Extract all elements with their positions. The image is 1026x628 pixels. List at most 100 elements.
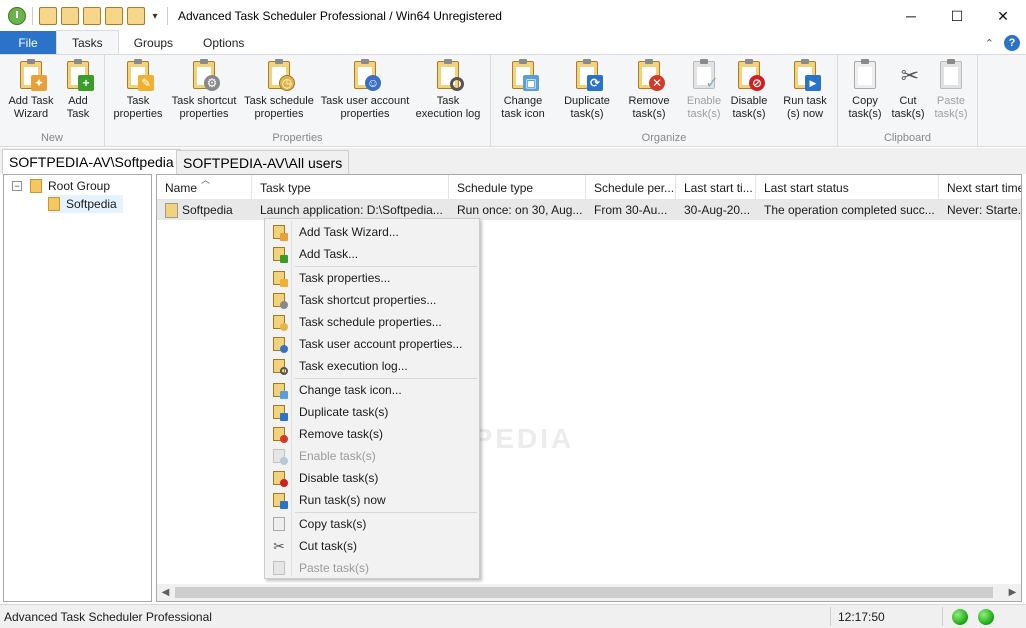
remove-tasks-button[interactable]: ✕ Remove task(s) — [623, 59, 675, 121]
sort-ascending-icon: ︿ — [201, 175, 211, 185]
disable-tasks-button[interactable]: ⊘ Disable task(s) — [727, 59, 771, 121]
tab-tasks[interactable]: Tasks — [56, 30, 119, 54]
qat-new-task-icon[interactable] — [39, 7, 57, 25]
cell-name-text: Softpedia — [182, 203, 233, 217]
duplicate-tasks-button[interactable]: ⟳ Duplicate task(s) — [559, 59, 615, 121]
task-execution-log-label: Task execution log — [415, 95, 481, 120]
change-task-icon-button[interactable]: ▣ Change task icon — [497, 59, 549, 121]
status-led-icon — [952, 609, 968, 625]
qat-log-icon[interactable] — [127, 7, 145, 25]
tree-node-softpedia[interactable]: Softpedia — [48, 195, 123, 213]
add-task-wizard-label: Add Task Wizard — [8, 95, 54, 120]
menu-item-add-task[interactable]: Add Task... — [267, 243, 477, 265]
menu-item-label: Task properties... — [299, 271, 391, 285]
task-shortcut-properties-button[interactable]: ⚙ Task shortcut properties — [167, 59, 241, 121]
tab-options[interactable]: Options — [188, 31, 259, 54]
status-divider — [942, 607, 943, 626]
task-user-account-properties-button[interactable]: ☺ Task user account properties — [317, 59, 413, 121]
add-task-wizard-button[interactable]: ✦ Add Task Wizard — [4, 59, 58, 121]
app-clock-icon[interactable] — [8, 7, 26, 25]
tree-node-root-group[interactable]: − Root Group — [12, 177, 110, 195]
menu-item-task-user-account-properties[interactable]: Task user account properties... — [267, 333, 477, 355]
run-tasks-now-button[interactable]: ▶ Run task (s) now — [781, 59, 829, 121]
task-properties-button[interactable]: ✎ Task properties — [111, 59, 165, 121]
task-schedule-properties-button[interactable]: ◷ Task schedule properties — [241, 59, 317, 121]
list-header: ︿ Name Task type Schedule type Schedule … — [157, 175, 1022, 200]
menu-item-enable-tasks[interactable]: Enable task(s) — [267, 445, 477, 467]
menu-item-label: Task execution log... — [299, 359, 408, 373]
add-task-icon — [271, 246, 288, 263]
scroll-left-icon[interactable]: ◀ — [157, 584, 174, 601]
status-bar: Advanced Task Scheduler Professional 12:… — [0, 604, 1026, 628]
menu-item-task-execution-log[interactable]: Task execution log... — [267, 355, 477, 377]
horizontal-scrollbar[interactable]: ◀ ▶ — [157, 584, 1021, 601]
column-header-name[interactable]: ︿ Name — [157, 175, 252, 200]
menu-item-label: Paste task(s) — [299, 561, 370, 575]
help-icon[interactable]: ? — [1004, 35, 1020, 51]
column-label: Next start time — [947, 180, 1022, 195]
menu-item-duplicate-tasks[interactable]: Duplicate task(s) — [267, 401, 477, 423]
qat-properties-icon[interactable] — [61, 7, 79, 25]
column-label: Name — [165, 180, 198, 195]
menu-item-label: Copy task(s) — [299, 517, 367, 531]
change-task-icon-icon: ▣ — [507, 59, 539, 91]
table-row[interactable]: Softpedia Launch application: D:\Softped… — [157, 200, 1021, 220]
close-button[interactable]: ✕ — [980, 0, 1026, 32]
qat-customize-dropdown-icon[interactable]: ▾ — [149, 11, 161, 22]
menu-item-cut-tasks[interactable]: ✂ Cut task(s) — [267, 535, 477, 557]
status-clock: 12:17:50 — [838, 610, 885, 624]
column-header-last-start-time[interactable]: Last start ti... — [676, 175, 756, 200]
folder-icon — [30, 179, 42, 193]
paste-tasks-button[interactable]: Paste task(s) — [930, 59, 972, 121]
column-header-schedule-period[interactable]: Schedule per... — [586, 175, 676, 200]
scroll-thumb[interactable] — [175, 587, 993, 598]
ribbon-right-controls: ⌃ ? — [985, 35, 1020, 51]
menu-item-task-schedule-properties[interactable]: Task schedule properties... — [267, 311, 477, 333]
maximize-button[interactable]: ☐ — [934, 0, 980, 32]
copy-tasks-button[interactable]: Copy task(s) — [844, 59, 886, 121]
title-bar: ▾ Advanced Task Scheduler Professional /… — [0, 0, 1026, 32]
scroll-right-icon[interactable]: ▶ — [1004, 584, 1021, 601]
collapse-ribbon-icon[interactable]: ⌃ — [985, 37, 994, 50]
qat-user-icon[interactable] — [105, 7, 123, 25]
tab-softpedia-user[interactable]: SOFTPEDIA-AV\Softpedia — [2, 149, 181, 174]
task-schedule-properties-icon: ◷ — [263, 59, 295, 91]
menu-item-add-task-wizard[interactable]: Add Task Wizard... — [267, 221, 477, 243]
task-execution-log-button[interactable]: Task execution log — [411, 59, 485, 121]
run-tasks-now-icon: ▶ — [789, 59, 821, 91]
tab-all-users[interactable]: SOFTPEDIA-AV\All users — [176, 150, 350, 174]
ribbon-group-organize: ▣ Change task icon ⟳ Duplicate task(s) ✕… — [491, 55, 838, 147]
minimize-button[interactable]: ─ — [888, 0, 934, 32]
menu-item-disable-tasks[interactable]: Disable task(s) — [267, 467, 477, 489]
status-app-name: Advanced Task Scheduler Professional — [4, 610, 212, 624]
menu-item-copy-tasks[interactable]: Copy task(s) — [267, 513, 477, 535]
column-header-task-type[interactable]: Task type — [252, 175, 449, 200]
menu-item-task-shortcut-properties[interactable]: Task shortcut properties... — [267, 289, 477, 311]
folder-icon — [48, 197, 60, 211]
enable-tasks-button[interactable]: ✓ Enable task(s) — [681, 59, 727, 121]
ribbon-group-new: ✦ Add Task Wizard + Add Task New — [0, 55, 105, 147]
change-task-icon-label: Change task icon — [501, 95, 545, 120]
column-header-next-start-time[interactable]: Next start time — [939, 175, 1022, 200]
task-user-account-properties-label: Task user account properties — [320, 95, 410, 120]
column-label: Last start ti... — [684, 180, 753, 195]
status-divider — [830, 607, 831, 626]
tab-file[interactable]: File — [0, 31, 56, 54]
document-tabs: SOFTPEDIA-AV\Softpedia SOFTPEDIA-AV\All … — [0, 148, 1026, 174]
menu-item-label: Change task icon... — [299, 383, 402, 397]
add-task-button[interactable]: + Add Task — [58, 59, 98, 121]
menu-item-run-tasks-now[interactable]: Run task(s) now — [267, 489, 477, 511]
column-header-last-start-status[interactable]: Last start status — [756, 175, 939, 200]
qat-schedule-icon[interactable] — [83, 7, 101, 25]
menu-item-paste-tasks[interactable]: Paste task(s) — [267, 557, 477, 579]
collapse-icon[interactable]: − — [12, 181, 22, 191]
qat-separator — [32, 7, 33, 25]
menu-item-change-task-icon[interactable]: Change task icon... — [267, 379, 477, 401]
cut-tasks-button[interactable]: ✂ Cut task(s) — [888, 59, 928, 121]
menu-item-remove-tasks[interactable]: Remove task(s) — [267, 423, 477, 445]
column-label: Last start status — [764, 180, 849, 195]
tab-groups[interactable]: Groups — [119, 31, 188, 54]
add-task-label: Add Task — [66, 95, 90, 120]
menu-item-task-properties[interactable]: Task properties... — [267, 267, 477, 289]
column-header-schedule-type[interactable]: Schedule type — [449, 175, 586, 200]
